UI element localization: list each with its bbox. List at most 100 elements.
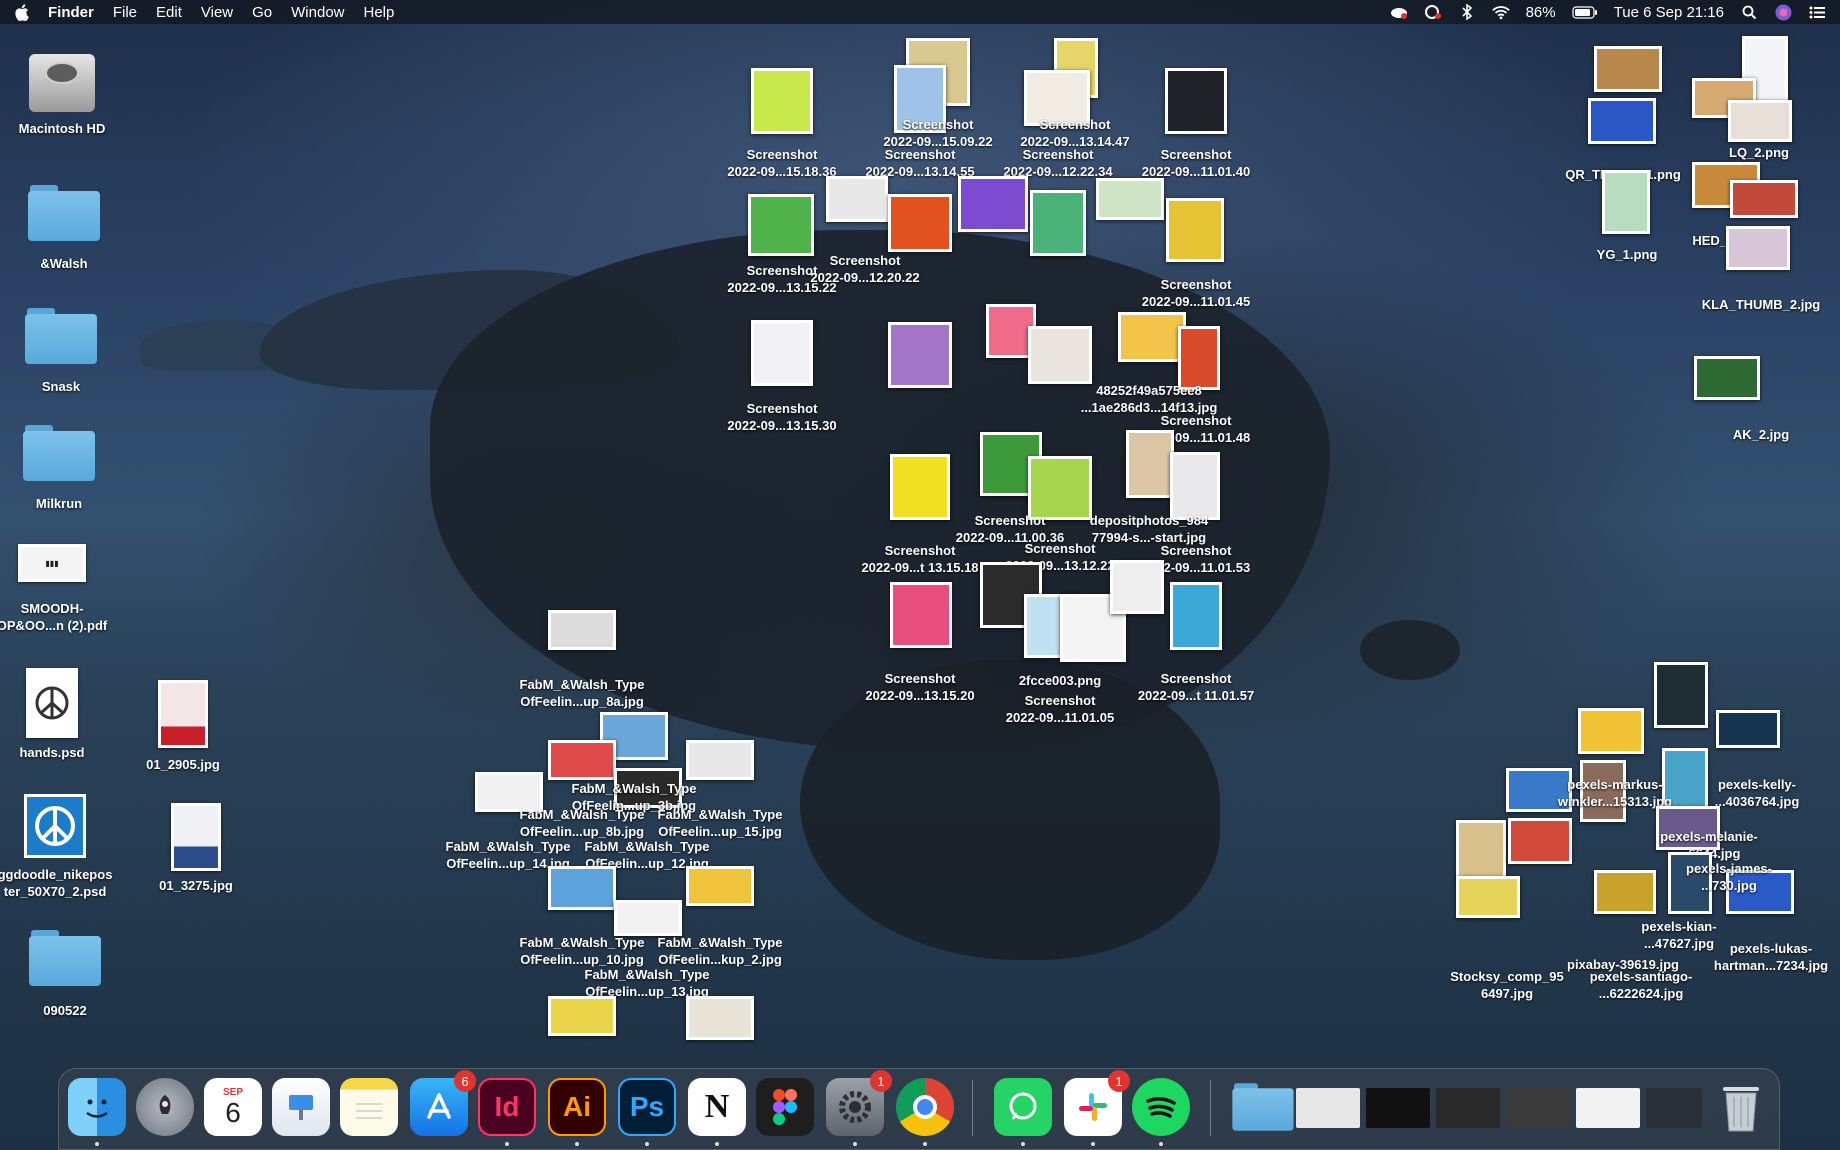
keynote-podium-icon (289, 1095, 313, 1120)
dock-app-store[interactable]: 6 (410, 1070, 476, 1136)
screenshot-thumbnail[interactable] (1028, 456, 1092, 520)
dock-spotify[interactable] (1132, 1078, 1190, 1136)
desktop-icon-folder-walsh[interactable]: &Walsh (0, 185, 129, 272)
dock-slack[interactable]: 1 (1064, 1070, 1130, 1136)
dock-finder[interactable] (68, 1078, 126, 1136)
menu-edit[interactable]: Edit (156, 4, 182, 21)
image-thumbnail[interactable] (1654, 662, 1708, 728)
dock-chrome[interactable] (896, 1078, 954, 1136)
image-thumbnail[interactable] (548, 610, 616, 650)
dock-indesign[interactable]: Id (478, 1078, 536, 1136)
dock-minimized-window[interactable] (1576, 1088, 1640, 1128)
dock-system-preferences[interactable]: 1 (826, 1070, 892, 1136)
screenshot-thumbnail[interactable] (1096, 178, 1164, 220)
dock-photoshop[interactable]: Ps (618, 1078, 676, 1136)
screenshot-thumbnail[interactable] (890, 454, 950, 520)
screenshot-thumbnail[interactable] (1170, 452, 1220, 520)
desktop-icon-01-2905[interactable]: 01_2905.jpg (118, 680, 248, 773)
screenshot-thumbnail[interactable] (1166, 198, 1224, 262)
file-label: pexels-santiago- ...6222624.jpg (1589, 969, 1693, 1001)
image-thumbnail[interactable] (686, 740, 754, 780)
image-thumbnail[interactable] (1508, 818, 1572, 864)
image-thumbnail[interactable] (1594, 870, 1656, 914)
file-label: Screenshot 2022-09...12.22.34 (1003, 147, 1113, 179)
image-thumbnail[interactable] (548, 996, 616, 1036)
screenshot-thumbnail[interactable] (826, 176, 888, 222)
image-thumbnail[interactable] (548, 740, 616, 780)
dock-minimized-window[interactable] (1436, 1088, 1500, 1128)
spotlight-search-icon[interactable] (1740, 4, 1758, 20)
apple-icon[interactable] (14, 3, 30, 21)
menu-window[interactable]: Window (291, 4, 344, 21)
screenshot-thumbnail[interactable] (1126, 430, 1174, 498)
image-thumbnail[interactable] (1694, 356, 1760, 400)
dock-minimized-window[interactable] (1366, 1088, 1430, 1128)
file-label: FabM_&Walsh_Type OfFeelin...up_13.jpg (584, 967, 710, 999)
screenshot-thumbnail[interactable] (888, 322, 952, 388)
notification-center-icon[interactable] (1808, 4, 1826, 20)
image-thumbnail[interactable] (1726, 226, 1790, 270)
menu-finder[interactable]: Finder (48, 4, 94, 21)
wifi-icon[interactable] (1491, 4, 1510, 20)
screenshot-thumbnail[interactable] (1030, 190, 1086, 256)
battery-icon[interactable] (1572, 4, 1598, 20)
sync-icon[interactable] (1424, 4, 1442, 20)
dock-minimized-window[interactable] (1296, 1088, 1360, 1128)
menu-view[interactable]: View (201, 4, 233, 21)
dock-whatsapp[interactable] (994, 1078, 1052, 1136)
desktop-icon-folder-milkrun[interactable]: Milkrun (0, 425, 124, 512)
dock-calendar[interactable]: SEP 6 (204, 1078, 262, 1136)
dock-keynote[interactable] (272, 1078, 330, 1136)
dock-downloads-folder[interactable] (1228, 1078, 1294, 1136)
screenshot-thumbnail[interactable] (958, 176, 1028, 232)
screenshot-thumbnail[interactable] (890, 582, 952, 648)
screenshot-thumbnail[interactable] (888, 194, 952, 252)
desktop-icon-nikeposter-psd[interactable]: ggdoodle_nikepos ter_50X70_2.psd (0, 794, 120, 900)
image-thumbnail[interactable] (686, 866, 754, 906)
dock-minimized-window[interactable] (1506, 1088, 1570, 1128)
screenshot-thumbnail[interactable] (1178, 326, 1220, 390)
desktop-icon-folder-090522[interactable]: 090522 (0, 930, 130, 1019)
screenshot-thumbnail[interactable] (1170, 582, 1222, 650)
image-thumbnail[interactable] (1456, 820, 1506, 880)
screenshot-thumbnail[interactable] (748, 194, 814, 256)
desktop-icon-hands-psd[interactable]: hands.psd (0, 668, 117, 761)
image-thumbnail[interactable] (1716, 710, 1780, 748)
dock-trash[interactable] (1712, 1078, 1770, 1136)
bluetooth-icon[interactable] (1458, 4, 1476, 20)
dock-launchpad[interactable] (136, 1078, 194, 1136)
file-label: Screenshot 2022-09...11.01.40 (1141, 147, 1251, 179)
image-thumbnail[interactable] (548, 866, 616, 910)
desktop-icon-folder-snask[interactable]: Snask (0, 308, 126, 395)
dock-figma[interactable] (756, 1078, 814, 1136)
dock-notion[interactable]: N (688, 1078, 746, 1136)
image-thumbnail[interactable] (1456, 876, 1520, 918)
creative-cloud-icon[interactable] (1390, 4, 1408, 20)
menu-file[interactable]: File (113, 4, 137, 21)
dock-illustrator[interactable]: Ai (548, 1078, 606, 1136)
image-thumbnail[interactable] (1588, 98, 1656, 144)
desktop-icon-pdf[interactable]: ▮▮▮ SMOODH- OP&OO...n (2).pdf (0, 544, 117, 634)
dock-notes[interactable] (340, 1078, 398, 1136)
menu-help[interactable]: Help (364, 4, 395, 21)
screenshot-thumbnail[interactable] (1028, 326, 1092, 384)
app-letter: Ai (563, 1091, 591, 1122)
desktop-icon-macintosh-hd[interactable]: Macintosh HD (0, 48, 127, 137)
image-thumbnail[interactable] (1728, 100, 1792, 142)
screenshot-thumbnail[interactable] (751, 68, 813, 134)
screenshot-thumbnail[interactable] (1110, 560, 1164, 614)
image-thumbnail[interactable] (1594, 46, 1662, 92)
dock-minimized-window[interactable] (1646, 1088, 1702, 1128)
desktop-icon-01-3275[interactable]: 01_3275.jpg (131, 803, 261, 894)
clock[interactable]: Tue 6 Sep 21:16 (1614, 4, 1724, 21)
image-thumbnail[interactable] (1602, 170, 1650, 234)
screenshot-thumbnail[interactable] (1165, 68, 1227, 134)
image-thumbnail[interactable] (614, 900, 682, 936)
siri-icon[interactable] (1774, 4, 1792, 20)
image-thumbnail[interactable] (686, 996, 754, 1040)
screenshot-thumbnail[interactable] (751, 320, 813, 386)
screenshot-thumbnail[interactable] (1118, 312, 1186, 362)
image-thumbnail[interactable] (1730, 180, 1798, 218)
image-thumbnail[interactable] (1578, 708, 1644, 754)
menu-go[interactable]: Go (252, 4, 272, 21)
